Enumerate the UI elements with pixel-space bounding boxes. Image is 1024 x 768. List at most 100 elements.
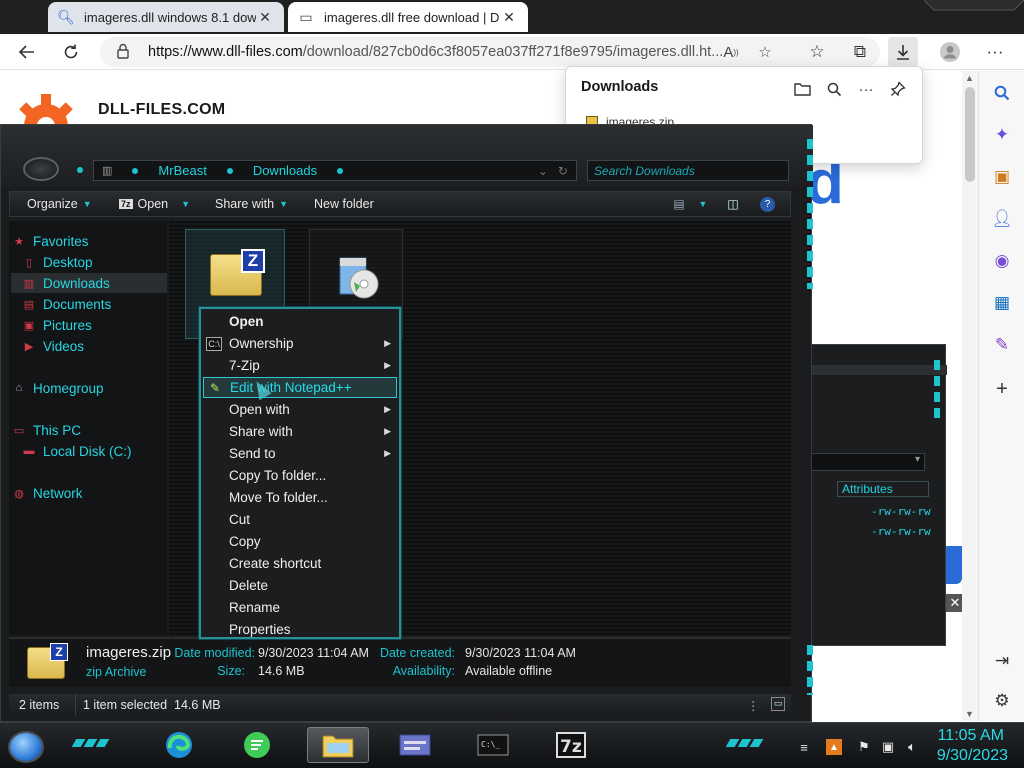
menu-item-properties[interactable]: Properties [203, 619, 397, 640]
menu-item-ownership[interactable]: C:\ Ownership ▶ [203, 333, 397, 354]
menu-item-7zip[interactable]: 7-Zip ▶ [203, 355, 397, 376]
dropdown-field[interactable]: ▾ [807, 453, 925, 471]
page-scrollbar[interactable]: ▲ ▼ [962, 71, 978, 721]
breadcrumb-item-user[interactable]: MrBeast [158, 163, 206, 178]
copilot-icon[interactable]: ✦ [988, 121, 1016, 149]
nav-item-network[interactable]: ◍ Network [11, 483, 167, 503]
nav-item-documents[interactable]: ▤ Documents [21, 294, 177, 314]
refresh-button[interactable] [56, 37, 86, 67]
menu-item-rename[interactable]: Rename [203, 597, 397, 618]
menu-item-send-to[interactable]: Send to ▶ [203, 443, 397, 464]
nav-orb-icon[interactable] [23, 157, 59, 181]
menu-item-delete[interactable]: Delete [203, 575, 397, 596]
taskbar-file-explorer[interactable] [307, 727, 369, 763]
taskbar-7zip[interactable]: 7z [540, 727, 602, 763]
column-header-attributes[interactable]: Attributes [837, 481, 929, 497]
view-options-icon[interactable]: ▤ [670, 196, 688, 212]
open-button[interactable]: 7z Open ▼ [119, 197, 190, 211]
favorite-star-icon[interactable]: ☆ [754, 41, 776, 63]
tab-search-results[interactable]: 🔍︎ imageres.dll windows 8.1 downlo ✕ [48, 2, 284, 32]
collections-button[interactable]: ⧉ [845, 37, 875, 67]
flag-icon[interactable]: ⚑ [856, 739, 872, 755]
window-app-icon [399, 734, 431, 756]
search-icon[interactable] [822, 77, 846, 101]
nav-label: This PC [33, 422, 82, 438]
chevron-down-icon[interactable]: ▼ [694, 196, 712, 212]
volume-icon[interactable]: 🔈︎ [904, 739, 920, 755]
menu-label: Delete [229, 578, 269, 593]
search-icon[interactable] [988, 79, 1016, 107]
start-button[interactable] [8, 731, 44, 763]
menu-item-copy[interactable]: Copy [203, 531, 397, 552]
nav-label: Favorites [33, 233, 89, 249]
designer-icon[interactable]: ✎ [988, 331, 1016, 359]
close-icon[interactable]: ✕ [500, 9, 518, 26]
menu-item-share-with[interactable]: Share with ▶ [203, 421, 397, 442]
read-aloud-icon[interactable]: A)) [720, 41, 742, 63]
explorer-address-bar[interactable]: ▥ MrBeast Downloads ⌄ ↻ [93, 160, 577, 181]
tab-dll-download[interactable]: ▭ imageres.dll free download | DLL ✕ [288, 2, 528, 32]
computer-icon: ▭ [13, 424, 25, 437]
explorer-search-input[interactable]: Search Downloads [587, 160, 789, 181]
address-bar[interactable]: https://www.dll-files.com/download/827cb… [100, 37, 880, 67]
details-date-modified: 9/30/2023 11:04 AM [258, 646, 369, 660]
menu-item-create-shortcut[interactable]: Create shortcut [203, 553, 397, 574]
clock-date[interactable]: 9/30/2023 [937, 747, 1008, 765]
new-folder-button[interactable]: New folder [314, 197, 374, 211]
scroll-thumb[interactable] [965, 87, 975, 182]
taskbar-cmd[interactable]: C:\_ [462, 727, 524, 763]
outlook-icon[interactable]: ▦ [988, 289, 1016, 317]
taskbar-app-green[interactable] [226, 727, 288, 763]
profile-button[interactable] [935, 37, 965, 67]
taskbar-edge[interactable] [148, 727, 210, 763]
details-view-icon[interactable]: ⋮ [747, 698, 760, 713]
menu-item-open-with[interactable]: Open with ▶ [203, 399, 397, 420]
nav-item-downloads[interactable]: ▥ Downloads [11, 273, 167, 293]
back-button[interactable] [12, 37, 42, 67]
preview-pane-icon[interactable]: ◫ [724, 196, 742, 212]
close-icon[interactable]: ✕ [256, 9, 274, 26]
help-icon[interactable]: ? [760, 197, 775, 212]
refresh-icon[interactable]: ⌄ ↻ [538, 164, 568, 178]
nav-item-desktop[interactable]: ▯ Desktop [21, 252, 177, 272]
network-icon[interactable]: ▣ [880, 739, 896, 755]
pin-icon[interactable] [886, 77, 910, 101]
tray-app-icon[interactable]: ▲ [826, 739, 842, 755]
scroll-down-icon[interactable]: ▼ [965, 709, 974, 719]
folder-icon[interactable] [790, 77, 814, 101]
menu-item-move-to-folder[interactable]: Move To folder... [203, 487, 397, 508]
taskbar-app-window[interactable] [384, 727, 446, 763]
breadcrumb-item-downloads[interactable]: Downloads [253, 163, 317, 178]
details-file-name: imageres.zip [86, 644, 172, 661]
shopping-icon[interactable]: ▣ [988, 163, 1016, 191]
nav-label: Network [33, 485, 83, 501]
scroll-up-icon[interactable]: ▲ [965, 73, 974, 83]
nav-item-favorites[interactable]: ★ Favorites [11, 231, 167, 251]
menu-item-copy-to-folder[interactable]: Copy To folder... [203, 465, 397, 486]
sidebar-toggle-icon[interactable]: ⇥ [988, 647, 1016, 675]
settings-menu-button[interactable]: ··· [980, 37, 1010, 67]
office-icon[interactable]: ◉ [988, 247, 1016, 275]
favorites-button[interactable]: ☆ [802, 37, 832, 67]
people-icon[interactable]: 👤︎ [988, 205, 1016, 233]
clock-time[interactable]: 11:05 AM [938, 727, 1004, 745]
recent-locations-icon[interactable] [77, 167, 83, 173]
nav-item-videos[interactable]: ▶ Videos [21, 336, 177, 356]
url-text: https://www.dll-files.com/download/827cb… [148, 44, 723, 60]
attributes-cell: -rw-rw-rw [871, 525, 931, 538]
nav-item-local-disk[interactable]: ▬ Local Disk (C:) [21, 441, 177, 461]
nav-item-homegroup[interactable]: ⌂ Homegroup [11, 378, 167, 398]
menu-label: Create shortcut [229, 556, 322, 571]
downloads-button[interactable] [888, 37, 918, 67]
nav-item-pictures[interactable]: ▣ Pictures [21, 315, 177, 335]
gear-icon[interactable]: ⚙ [988, 687, 1016, 715]
nav-item-this-pc[interactable]: ▭ This PC [11, 420, 167, 440]
menu-item-open[interactable]: Open [203, 311, 397, 332]
more-icon[interactable]: ··· [854, 77, 878, 101]
add-icon[interactable]: + [988, 375, 1016, 403]
large-icons-view-icon[interactable]: ▭ [771, 697, 785, 711]
menu-item-cut[interactable]: Cut [203, 509, 397, 530]
menu-item-edit-notepadpp[interactable]: ✎ Edit with Notepad++ [203, 377, 397, 398]
share-with-button[interactable]: Share with ▼ [215, 197, 288, 211]
organize-button[interactable]: Organize ▼ [27, 197, 92, 211]
